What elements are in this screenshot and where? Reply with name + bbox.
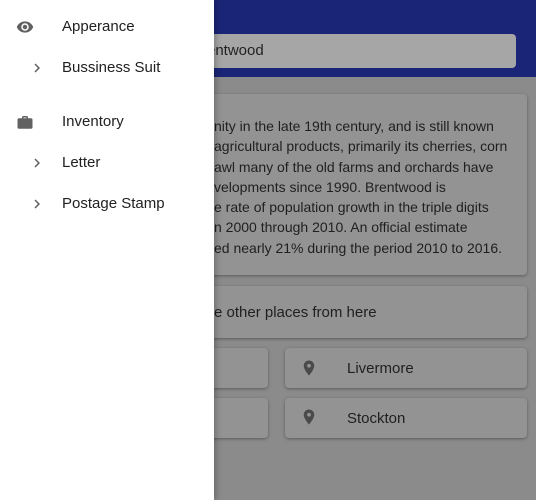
briefcase-icon (17, 116, 33, 129)
navigation-drawer: Apperance Bussiness Suit Inventory Lette… (0, 0, 214, 500)
drawer-item-postage-stamp[interactable]: Postage Stamp (0, 184, 214, 224)
drawer-item-label: Bussiness Suit (62, 59, 161, 76)
eye-icon (16, 21, 34, 33)
drawer-item-label: Inventory (62, 113, 124, 130)
chevron-right-icon (34, 158, 40, 168)
drawer-item-label: Postage Stamp (62, 195, 165, 212)
drawer-item-label: Letter (62, 154, 101, 171)
chevron-right-icon (34, 63, 40, 73)
drawer-item-bussiness-suit[interactable]: Bussiness Suit (0, 48, 214, 88)
chevron-right-icon (34, 199, 40, 209)
drawer-item-apperance[interactable]: Apperance (0, 7, 214, 47)
drawer-item-inventory[interactable]: Inventory (0, 102, 214, 142)
drawer-item-letter[interactable]: Letter (0, 143, 214, 183)
drawer-item-label: Apperance (62, 18, 135, 35)
